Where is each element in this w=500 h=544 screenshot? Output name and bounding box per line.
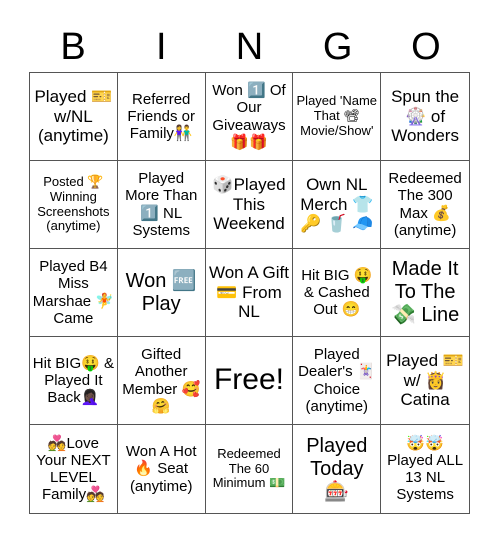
bingo-cell-i1[interactable]: Referred Friends or Family👫: [117, 73, 206, 161]
cell-text: Won 🆓 Play: [125, 269, 197, 315]
bingo-cell-o3[interactable]: Made It To The 💸 Line: [381, 249, 469, 337]
cell-text: Played Dealer's 🃏 Choice (anytime): [298, 346, 376, 415]
bingo-cell-i3[interactable]: Won 🆓 Play: [117, 249, 206, 337]
header-letter-n: N: [235, 26, 264, 68]
header-letter-i: I: [156, 26, 167, 68]
cell-text: 💑Love Your NEXT LEVEL Family💑: [36, 434, 111, 504]
cell-text: Spun the 🎡 of Wonders: [391, 87, 460, 146]
cell-text: 🎲Played This Weekend: [212, 175, 286, 234]
bingo-cell-g3[interactable]: Hit BIG 🤑 & Cashed Out 😁: [293, 249, 382, 337]
header-letter-o: O: [411, 26, 441, 68]
bingo-cell-b4[interactable]: Hit BIG🤑 & Played It Back🤦🏿‍♀️: [30, 337, 118, 425]
bingo-cell-i2[interactable]: Played More Than 1️⃣ NL Systems: [117, 161, 206, 249]
bingo-cell-n5[interactable]: Redeemed The 60 Minimum 💵: [206, 425, 294, 513]
cell-text: Won 1️⃣ Of Our Giveaways 🎁🎁: [212, 82, 286, 151]
cell-text: Played Today 🎰: [306, 434, 368, 503]
bingo-board: Played 🎫 w/NL (anytime) Referred Friends…: [29, 72, 470, 514]
cell-text: Posted 🏆 Winning Screenshots (anytime): [37, 173, 110, 234]
cell-text: Played 🎫 w/NL (anytime): [34, 87, 113, 146]
bingo-cell-o1[interactable]: Spun the 🎡 of Wonders: [381, 73, 469, 161]
cell-text: Won A Gift 💳 From NL: [208, 263, 289, 322]
bingo-cell-o2[interactable]: Redeemed The 300 Max 💰 (anytime): [381, 161, 469, 249]
bingo-cell-g4[interactable]: Played Dealer's 🃏 Choice (anytime): [293, 337, 382, 425]
cell-text: Redeemed The 300 Max 💰 (anytime): [388, 170, 462, 239]
cell-text: Own NL Merch 👕 🔑 🥤 🧢: [300, 175, 374, 234]
bingo-cell-g1[interactable]: Played 'Name That 📽 Movie/Show': [293, 73, 382, 161]
bingo-cell-n2[interactable]: 🎲Played This Weekend: [205, 161, 294, 249]
cell-text: Gifted Another Member 🥰🤗: [122, 346, 201, 415]
cell-text: Hit BIG 🤑 & Cashed Out 😁: [301, 266, 373, 319]
cell-text: Made It To The 💸 Line: [390, 258, 460, 326]
cell-text: Referred Friends or Family👫: [127, 90, 195, 143]
header-letter-b: B: [60, 26, 86, 68]
bingo-cell-o4[interactable]: Played 🎫 w/ 👸 Catina: [381, 337, 469, 425]
cell-text: Won A Hot 🔥 Seat (anytime): [125, 443, 197, 495]
bingo-cell-b1[interactable]: Played 🎫 w/NL (anytime): [30, 73, 118, 161]
cell-text: Played More Than 1️⃣ NL Systems: [125, 170, 198, 239]
bingo-header: B I N G O: [29, 22, 470, 72]
free-space-text: Free!: [213, 363, 284, 397]
bingo-cell-b3[interactable]: Played B4 Miss Marshae 🧚 Came: [30, 249, 118, 337]
bingo-cell-i5[interactable]: Won A Hot 🔥 Seat (anytime): [118, 425, 206, 513]
bingo-cell-g2[interactable]: Own NL Merch 👕 🔑 🥤 🧢: [293, 161, 382, 249]
bingo-cell-n3[interactable]: Won A Gift 💳 From NL: [205, 249, 294, 337]
bingo-cell-i4[interactable]: Gifted Another Member 🥰🤗: [117, 337, 206, 425]
cell-text: Hit BIG🤑 & Played It Back🤦🏿‍♀️: [32, 354, 114, 407]
bingo-cell-g5[interactable]: Played Today 🎰: [293, 425, 382, 513]
bingo-cell-b5[interactable]: 💑Love Your NEXT LEVEL Family💑: [30, 425, 118, 513]
bingo-cell-o5[interactable]: 🤯🤯 Played ALL 13 NL Systems: [381, 425, 469, 513]
cell-text: Redeemed The 60 Minimum 💵: [212, 445, 286, 491]
cell-text: Played B4 Miss Marshae 🧚 Came: [32, 258, 114, 327]
header-letter-g: G: [322, 26, 353, 68]
bingo-cell-n1[interactable]: Won 1️⃣ Of Our Giveaways 🎁🎁: [205, 73, 294, 161]
cell-text: Played 🎫 w/ 👸 Catina: [386, 351, 465, 410]
bingo-cell-b2[interactable]: Posted 🏆 Winning Screenshots (anytime): [30, 161, 118, 249]
cell-text: Played 'Name That 📽 Movie/Show': [296, 93, 378, 138]
bingo-cell-free[interactable]: Free!: [205, 337, 294, 425]
cell-text: 🤯🤯 Played ALL 13 NL Systems: [387, 434, 464, 504]
